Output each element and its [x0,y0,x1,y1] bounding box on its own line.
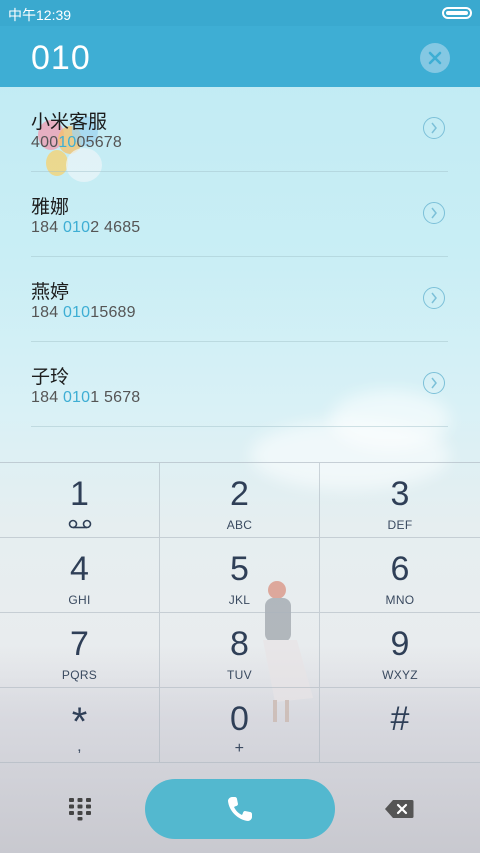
key-hash[interactable]: # [320,688,480,763]
contact-detail-button[interactable] [423,117,445,139]
key-star[interactable]: * , [0,688,160,763]
key-6[interactable]: 6 MNO [320,538,480,613]
dial-header: 010 [0,26,480,87]
key-digit: 8 [230,625,249,663]
key-digit: 5 [230,550,249,588]
dialpad-icon[interactable] [68,797,92,821]
key-letters: WXYZ [382,668,418,682]
keypad: 1 2 ABC 3 DEF 4 GHI 5 JKL 6 MNO 7 PQRS 8… [0,462,480,765]
contact-match-list: 小米客服 4001005678 雅娜 184 0102 4685 燕婷 184 … [0,87,480,427]
key-2[interactable]: 2 ABC [160,463,320,538]
contact-detail-button[interactable] [423,287,445,309]
key-digit: 4 [70,550,89,588]
key-digit: 1 [70,475,89,513]
key-3[interactable]: 3 DEF [320,463,480,538]
key-letters: DEF [387,518,413,532]
key-7[interactable]: 7 PQRS [0,613,160,688]
key-0[interactable]: 0 + [160,688,320,763]
key-letters: TUV [227,668,252,682]
key-digit: 7 [70,625,89,663]
key-letters: ABC [226,518,253,532]
clear-icon [428,51,442,65]
contact-row[interactable]: 燕婷 184 01015689 [31,257,448,342]
key-digit: 9 [390,625,410,663]
contact-number: 184 0102 4685 [31,219,141,236]
key-letters: JKL [228,593,251,607]
key-9[interactable]: 9 WXYZ [320,613,480,688]
phone-icon [228,797,252,821]
contact-row[interactable]: 雅娜 184 0102 4685 [31,172,448,257]
contact-row[interactable]: 小米客服 4001005678 [31,87,448,172]
contact-number: 184 0101 5678 [31,389,141,406]
chevron-right-icon [431,122,437,134]
chevron-right-icon [431,377,437,389]
key-digit: 3 [390,475,410,513]
contact-row[interactable]: 子玲 184 0101 5678 [31,342,448,427]
key-letters: , [77,738,82,755]
voicemail-icon [68,519,92,529]
key-letters: GHI [68,593,91,607]
key-8[interactable]: 8 TUV [160,613,320,688]
contact-name: 子玲 [31,367,70,388]
dialed-number: 010 [31,39,91,77]
key-letters: + [234,740,245,757]
key-4[interactable]: 4 GHI [0,538,160,613]
key-digit: 6 [390,550,410,588]
contact-detail-button[interactable] [423,202,445,224]
key-digit: # [390,700,410,738]
key-1[interactable]: 1 [0,463,160,538]
contact-name: 燕婷 [31,282,70,303]
contact-name: 雅娜 [31,197,70,218]
contact-detail-button[interactable] [423,372,445,394]
key-digit: * [71,700,88,744]
key-letters: MNO [385,593,415,607]
clear-button[interactable] [420,43,450,73]
key-letters: PQRS [61,668,98,682]
key-5[interactable]: 5 JKL [160,538,320,613]
status-bar: 中午12:39 [0,0,480,26]
contact-number: 184 01015689 [31,304,136,321]
key-digit: 2 [230,475,249,513]
chevron-right-icon [431,207,437,219]
battery-icon [442,7,472,19]
dialer-action-bar [0,764,480,853]
call-button[interactable] [145,779,335,839]
backspace-icon[interactable] [384,799,414,819]
contact-number: 4001005678 [31,134,122,151]
status-time: 中午12:39 [8,7,72,23]
key-digit: 0 [230,700,249,738]
contact-name: 小米客服 [31,112,108,133]
chevron-right-icon [431,292,437,304]
